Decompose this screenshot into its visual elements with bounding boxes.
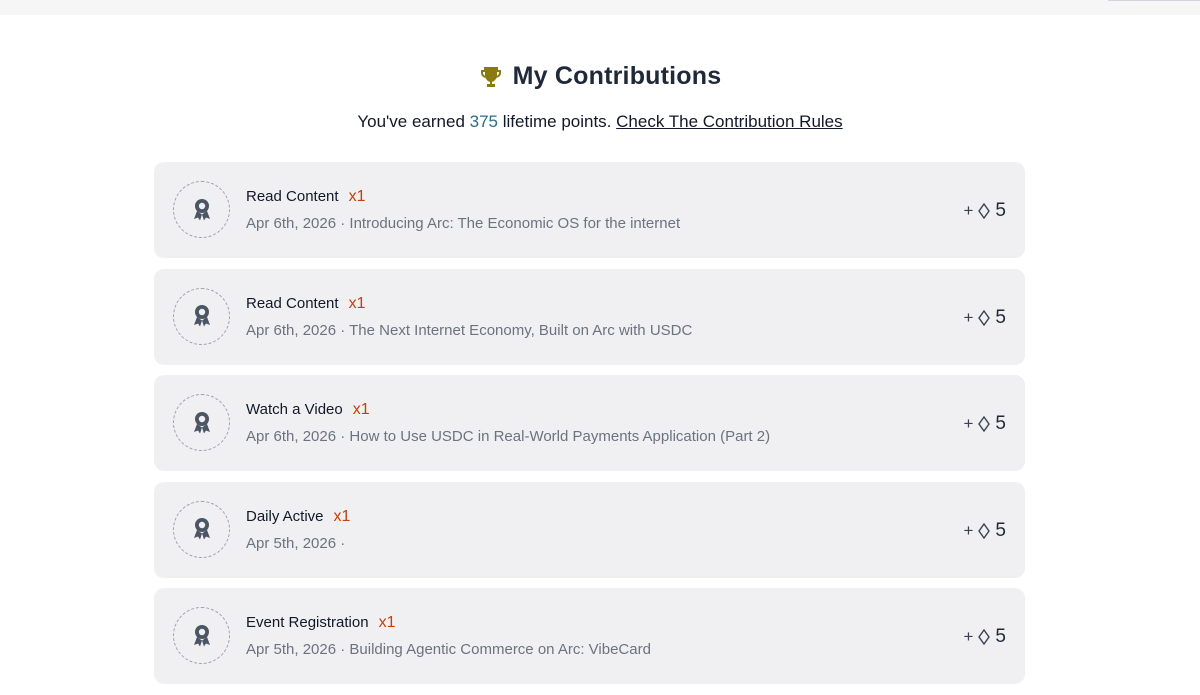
points-earned: + 5 bbox=[963, 520, 1006, 542]
plus-sign: + bbox=[963, 627, 974, 646]
activity-meta: Apr 6th, 2026 · The Next Internet Econom… bbox=[246, 321, 693, 339]
title-row: My Contributions bbox=[479, 62, 722, 91]
points-earned: + 5 bbox=[963, 626, 1006, 648]
activity-meta: Apr 6th, 2026 · How to Use USDC in Real-… bbox=[246, 428, 771, 445]
points-suffix: lifetime points. bbox=[502, 112, 612, 131]
points-value: 5 bbox=[995, 200, 1006, 221]
award-icon bbox=[173, 287, 230, 345]
award-icon bbox=[173, 607, 230, 664]
activity-title: Read Content bbox=[246, 188, 339, 205]
contributions-list: Read Content x1 Apr 6th, 2026 · Introduc… bbox=[154, 162, 1025, 695]
page-title: My Contributions bbox=[512, 62, 722, 90]
activity-line: Event Registration x1 bbox=[246, 614, 395, 632]
diamond-icon bbox=[978, 309, 991, 326]
activity-meta: Apr 6th, 2026 · Introducing Arc: The Eco… bbox=[246, 215, 681, 232]
activity-meta: Apr 5th, 2026 · bbox=[246, 534, 346, 552]
diamond-icon bbox=[978, 203, 991, 219]
award-icon bbox=[173, 500, 230, 558]
points-value: 5 bbox=[995, 306, 1006, 328]
contribution-item: Read Content x1 Apr 6th, 2026 · The Next… bbox=[154, 268, 1025, 365]
activity-multiplier: x1 bbox=[348, 188, 366, 205]
contribution-rules-link[interactable]: Check The Contribution Rules bbox=[616, 112, 842, 131]
top-bar-divider bbox=[1108, 0, 1200, 1]
points-earned: + 5 bbox=[963, 307, 1006, 329]
activity-title: Event Registration bbox=[246, 614, 369, 631]
points-earned: + 5 bbox=[963, 200, 1006, 222]
activity-multiplier: x1 bbox=[348, 294, 366, 312]
contribution-item: Daily Active x1 Apr 5th, 2026 · + 5 bbox=[154, 481, 1025, 578]
award-icon bbox=[173, 394, 230, 451]
plus-sign: + bbox=[963, 414, 974, 433]
plus-sign: + bbox=[963, 307, 974, 327]
activity-title: Read Content bbox=[246, 294, 339, 312]
points-summary: You've earned 375 lifetime points. Check… bbox=[0, 112, 1200, 132]
activity-line: Watch a Video x1 bbox=[246, 401, 370, 419]
activity-line: Read Content x1 bbox=[246, 188, 365, 206]
activity-multiplier: x1 bbox=[378, 614, 396, 631]
activity-line: Daily Active x1 bbox=[246, 508, 350, 526]
activity-multiplier: x1 bbox=[333, 507, 351, 525]
contribution-item: Event Registration x1 Apr 5th, 2026 · Bu… bbox=[154, 588, 1025, 684]
activity-meta: Apr 5th, 2026 · Building Agentic Commerc… bbox=[246, 641, 651, 658]
trophy-icon bbox=[479, 65, 503, 89]
diamond-icon bbox=[978, 416, 991, 432]
award-icon bbox=[173, 181, 230, 238]
activity-multiplier: x1 bbox=[352, 401, 370, 418]
activity-title: Daily Active bbox=[246, 507, 324, 525]
diamond-icon bbox=[978, 629, 991, 645]
contribution-item: Watch a Video x1 Apr 6th, 2026 · How to … bbox=[154, 375, 1025, 471]
activity-title: Watch a Video bbox=[246, 401, 343, 418]
lifetime-points: 375 bbox=[469, 112, 499, 131]
points-value: 5 bbox=[995, 519, 1006, 541]
contribution-item: Read Content x1 Apr 6th, 2026 · Introduc… bbox=[154, 162, 1025, 258]
diamond-icon bbox=[978, 522, 991, 539]
activity-line: Read Content x1 bbox=[246, 295, 365, 313]
points-value: 5 bbox=[995, 626, 1006, 647]
page-header: My Contributions bbox=[0, 62, 1200, 94]
points-prefix: You've earned bbox=[357, 112, 465, 131]
points-value: 5 bbox=[995, 413, 1006, 434]
top-bar bbox=[0, 0, 1200, 15]
plus-sign: + bbox=[963, 201, 974, 220]
points-earned: + 5 bbox=[963, 413, 1006, 435]
plus-sign: + bbox=[963, 520, 974, 540]
